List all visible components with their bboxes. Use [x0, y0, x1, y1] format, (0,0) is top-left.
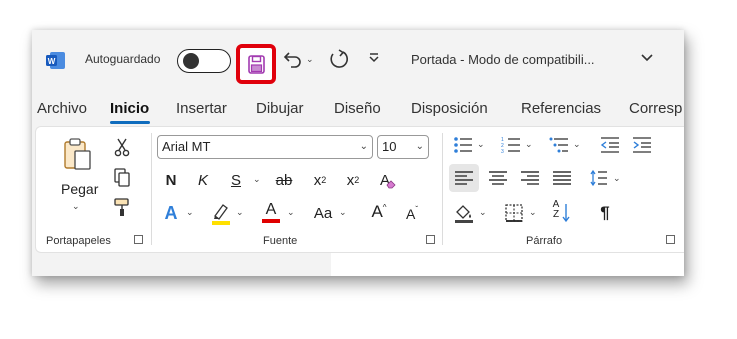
subscript-button[interactable]: x2: [309, 169, 331, 191]
highlighter-icon[interactable]: [210, 201, 232, 225]
shrink-font-letter: A: [405, 206, 416, 222]
change-case-button[interactable]: Aa: [308, 202, 338, 224]
document-page[interactable]: [331, 253, 684, 276]
toggle-knob: [183, 53, 199, 69]
paragraph-group-label: Párrafo: [526, 235, 563, 247]
superscript-letter: x: [346, 171, 355, 189]
shading-dropdown-chevron-icon[interactable]: ⌄: [479, 207, 487, 218]
tab-archivo[interactable]: Archivo: [37, 100, 87, 117]
save-icon: [248, 55, 265, 74]
clear-formatting-button[interactable]: A: [374, 169, 396, 191]
autosave-label: Autoguardado: [85, 52, 161, 66]
show-formatting-marks-button[interactable]: ¶: [594, 202, 616, 224]
font-name-combo[interactable]: Arial MT ⌄: [157, 135, 373, 159]
eraser-icon: [386, 180, 396, 189]
redo-icon[interactable]: [328, 48, 350, 70]
tab-diseno[interactable]: Diseño: [334, 100, 381, 117]
subscript-mark: 2: [321, 175, 327, 185]
svg-text:3: 3: [501, 149, 504, 154]
autosave-toggle[interactable]: [177, 49, 231, 73]
align-right-icon[interactable]: [521, 171, 539, 185]
svg-text:W: W: [48, 57, 56, 66]
grow-font-letter: A: [371, 202, 383, 221]
font-dialog-launcher-icon[interactable]: [426, 235, 435, 244]
bullets-icon[interactable]: [453, 136, 473, 154]
borders-dropdown-chevron-icon[interactable]: ⌄: [529, 207, 537, 218]
grow-font-caret-icon: ^: [382, 202, 387, 212]
italic-button[interactable]: K: [192, 169, 214, 191]
align-center-icon[interactable]: [489, 171, 507, 185]
clipboard-dialog-launcher-icon[interactable]: [134, 235, 143, 244]
copy-icon[interactable]: [113, 167, 131, 187]
tab-correspondencia[interactable]: Corresp: [629, 100, 682, 117]
justify-icon[interactable]: [553, 171, 571, 185]
highlight-dropdown-chevron-icon[interactable]: ⌄: [236, 207, 244, 218]
paragraph-dialog-launcher-icon[interactable]: [666, 235, 675, 244]
word-window: W Autoguardado ⌄ Portada - Modo de compa…: [32, 30, 684, 276]
strikethrough-button[interactable]: ab: [273, 169, 295, 191]
font-name-value: Arial MT: [162, 139, 211, 154]
tab-disposicion[interactable]: Disposición: [411, 100, 488, 117]
undo-icon[interactable]: [283, 49, 303, 69]
cut-icon[interactable]: [113, 137, 131, 157]
group-divider: [151, 133, 152, 245]
align-left-button[interactable]: [449, 164, 479, 192]
clipboard-group-label: Portapapeles: [46, 235, 111, 247]
multilevel-dropdown-chevron-icon[interactable]: ⌄: [573, 139, 581, 150]
borders-icon[interactable]: [504, 203, 524, 223]
subscript-letter: x: [313, 171, 322, 189]
sort-button[interactable]: A Z: [550, 200, 562, 220]
group-divider: [442, 133, 443, 245]
font-color-letter: A: [265, 201, 277, 218]
grow-font-button[interactable]: A ^: [368, 201, 390, 223]
superscript-mark: 2: [354, 175, 360, 185]
tab-insertar[interactable]: Insertar: [176, 100, 227, 117]
paste-dropdown-chevron-icon[interactable]: ⌄: [72, 201, 80, 212]
font-name-chevron-icon[interactable]: ⌄: [360, 136, 368, 158]
word-logo-icon[interactable]: W: [45, 50, 66, 71]
line-spacing-icon[interactable]: [588, 169, 608, 187]
font-color-dropdown-chevron-icon[interactable]: ⌄: [287, 207, 295, 218]
shrink-font-caret-icon: ˇ: [415, 204, 418, 214]
underline-button[interactable]: S: [225, 169, 247, 191]
font-size-value: 10: [382, 139, 397, 154]
tab-inicio[interactable]: Inicio: [110, 100, 149, 117]
font-size-combo[interactable]: 10 ⌄: [377, 135, 429, 159]
multilevel-list-icon[interactable]: [549, 136, 569, 154]
bold-button[interactable]: N: [160, 169, 182, 191]
font-color-swatch: [262, 219, 280, 223]
font-color-button[interactable]: A: [260, 199, 282, 223]
sort-arrow-icon: [562, 204, 570, 223]
paste-clipboard-icon[interactable]: [62, 137, 94, 171]
save-button[interactable]: [236, 44, 276, 84]
ribbon-tabs: Archivo Inicio Insertar Dibujar Diseño D…: [32, 92, 684, 126]
underline-dropdown-chevron-icon[interactable]: ⌄: [253, 174, 261, 185]
font-size-chevron-icon[interactable]: ⌄: [416, 136, 424, 158]
text-effects-button[interactable]: A: [160, 202, 182, 224]
font-group-label: Fuente: [263, 235, 298, 247]
ribbon-panel: Pegar ⌄ Portapapeles Arial MT ⌄ 10 ⌄ N K…: [35, 126, 684, 253]
shrink-font-button[interactable]: Aˇ: [401, 203, 423, 225]
format-painter-icon[interactable]: [113, 197, 131, 217]
increase-indent-icon[interactable]: [632, 136, 652, 154]
chevron-down-icon[interactable]: [640, 52, 654, 64]
paste-label[interactable]: Pegar: [61, 181, 98, 197]
tab-dibujar[interactable]: Dibujar: [256, 100, 304, 117]
bullets-dropdown-chevron-icon[interactable]: ⌄: [477, 139, 485, 150]
superscript-button[interactable]: x2: [342, 169, 364, 191]
title-bar: W Autoguardado ⌄ Portada - Modo de compa…: [32, 30, 684, 92]
align-left-icon: [455, 171, 473, 185]
text-effects-dropdown-chevron-icon[interactable]: ⌄: [186, 207, 194, 218]
undo-dropdown-chevron-icon[interactable]: ⌄: [306, 54, 314, 65]
line-spacing-dropdown-chevron-icon[interactable]: ⌄: [613, 173, 621, 184]
change-case-dropdown-chevron-icon[interactable]: ⌄: [339, 207, 347, 218]
numbering-dropdown-chevron-icon[interactable]: ⌄: [525, 139, 533, 150]
decrease-indent-icon[interactable]: [600, 136, 620, 154]
document-title[interactable]: Portada - Modo de compatibili...: [411, 52, 595, 67]
tab-referencias[interactable]: Referencias: [521, 100, 601, 117]
customize-quick-access-icon[interactable]: [368, 52, 380, 64]
shading-icon[interactable]: [453, 202, 475, 224]
numbering-icon[interactable]: 1 2 3: [501, 136, 521, 154]
active-tab-indicator: [110, 121, 150, 124]
